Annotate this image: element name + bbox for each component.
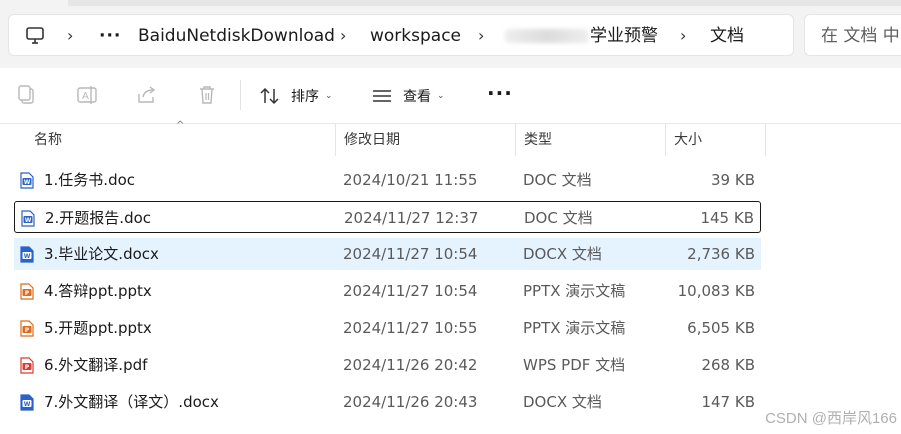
file-modified-date: 2024/11/27 12:37 <box>344 209 479 227</box>
svg-text:W: W <box>24 401 31 408</box>
file-modified-date: 2024/11/26 20:42 <box>343 356 478 374</box>
file-row[interactable]: W 1.任务书.doc 2024/10/21 11:55 DOC 文档 39 KB <box>14 164 761 196</box>
breadcrumb-more[interactable]: ··· <box>99 15 121 57</box>
svg-text:W: W <box>24 179 31 186</box>
file-row[interactable]: P 4.答辩ppt.pptx 2024/11/27 10:54 PPTX 演示文稿 10… <box>14 275 761 307</box>
file-type: PPTX 演示文稿 <box>523 319 626 337</box>
file-type: PPTX 演示文稿 <box>523 282 626 300</box>
toolbar-divider <box>240 80 241 110</box>
search-box[interactable]: 在 文档 中 <box>804 14 901 56</box>
file-modified-date: 2024/11/27 10:54 <box>343 245 478 263</box>
watermark: CSDN @西岸风166 <box>765 410 897 427</box>
search-input[interactable]: 在 文档 中 <box>821 15 900 57</box>
rename-icon[interactable]: A <box>76 84 98 106</box>
svg-text:P: P <box>25 290 30 297</box>
file-name: 1.任务书.doc <box>44 171 136 189</box>
file-size: 6,505 KB <box>687 319 755 337</box>
svg-text:W: W <box>24 253 31 260</box>
file-name: 2.开题报告.doc <box>45 209 152 227</box>
file-size: 268 KB <box>701 356 755 374</box>
svg-text:W: W <box>25 217 32 224</box>
svg-text:P: P <box>25 364 30 371</box>
file-modified-date: 2024/11/27 10:54 <box>343 282 478 300</box>
breadcrumb-baidunetdiskdownload[interactable]: BaiduNetdiskDownload <box>138 15 335 57</box>
view-label: 查看 <box>403 89 431 105</box>
word-docx-icon: W <box>20 246 34 263</box>
file-modified-date: 2024/11/27 10:55 <box>343 319 478 337</box>
chevron-down-icon: ⌄ <box>325 91 333 101</box>
chevron-right-icon[interactable]: › <box>340 15 346 57</box>
breadcrumb-workspace[interactable]: workspace <box>370 15 461 57</box>
file-type: DOC 文档 <box>523 171 592 189</box>
file-name: 7.外文翻译（译文）.docx <box>44 393 219 411</box>
view-button[interactable]: 查看 ⌄ <box>371 80 445 112</box>
column-header-name[interactable]: 名称 <box>26 124 336 156</box>
file-row[interactable]: W 2.开题报告.doc 2024/11/27 12:37 DOC 文档 145 KB <box>14 201 761 233</box>
file-type: WPS PDF 文档 <box>523 356 626 374</box>
file-name: 6.外文翻译.pdf <box>44 356 148 374</box>
pdf-icon: P <box>20 357 34 374</box>
pptx-icon: P <box>20 283 34 300</box>
word-docx-icon: W <box>20 394 34 411</box>
more-options-button[interactable]: ··· <box>487 82 513 108</box>
svg-text:A: A <box>82 91 89 102</box>
share-icon[interactable] <box>136 84 158 106</box>
word-doc-icon: W <box>21 210 35 227</box>
file-type: DOCX 文档 <box>523 393 602 411</box>
file-modified-date: 2024/11/26 20:43 <box>343 393 478 411</box>
file-name: 3.毕业论文.docx <box>44 245 159 263</box>
tab-strip <box>68 0 901 6</box>
column-header-size[interactable]: 大小 <box>666 124 766 156</box>
svg-text:P: P <box>25 327 30 334</box>
delete-icon[interactable] <box>196 84 218 106</box>
file-type: DOC 文档 <box>524 209 593 227</box>
address-bar-region: › ··· BaiduNetdiskDownload › workspace ›… <box>0 0 901 68</box>
file-type: DOCX 文档 <box>523 245 602 263</box>
file-row[interactable]: P 6.外文翻译.pdf 2024/11/26 20:42 WPS PDF 文档 268… <box>14 349 761 381</box>
file-row[interactable]: P 5.开题ppt.pptx 2024/11/27 10:55 PPTX 演示文稿 6,… <box>14 312 761 344</box>
breadcrumb-documents[interactable]: 文档 <box>710 15 744 57</box>
command-bar: A 排序 ⌄ 查看 ⌄ ··· <box>0 68 901 124</box>
file-size: 10,083 KB <box>677 282 755 300</box>
chevron-right-icon[interactable]: › <box>680 15 686 57</box>
word-doc-icon: W <box>20 172 34 189</box>
file-size: 145 KB <box>700 209 754 227</box>
view-list-icon <box>373 90 391 102</box>
file-size: 39 KB <box>711 171 755 189</box>
file-size: 147 KB <box>701 393 755 411</box>
chevron-right-icon[interactable]: › <box>67 15 73 57</box>
column-header-modified[interactable]: 修改日期 <box>336 124 516 156</box>
address-bar[interactable]: › ··· BaiduNetdiskDownload › workspace ›… <box>8 14 794 56</box>
file-row[interactable]: W 3.毕业论文.docx 2024/11/27 10:54 DOCX 文档 2,736… <box>14 238 761 270</box>
sort-icon <box>260 87 279 105</box>
file-name: 4.答辩ppt.pptx <box>44 282 152 300</box>
blurred-breadcrumb-text <box>505 29 589 43</box>
breadcrumb-academic-warning[interactable]: 学业预警 <box>590 15 658 57</box>
file-name: 5.开题ppt.pptx <box>44 319 152 337</box>
pptx-icon: P <box>20 320 34 337</box>
sort-button[interactable]: 排序 ⌄ <box>259 80 333 112</box>
column-header-type[interactable]: 类型 <box>516 124 666 156</box>
this-pc-icon[interactable] <box>25 26 45 46</box>
copy-icon[interactable] <box>17 84 39 106</box>
chevron-down-icon: ⌄ <box>437 91 445 101</box>
file-modified-date: 2024/10/21 11:55 <box>343 171 478 189</box>
file-size: 2,736 KB <box>687 245 755 263</box>
sort-label: 排序 <box>291 89 319 105</box>
file-row[interactable]: W 7.外文翻译（译文）.docx 2024/11/26 20:43 DOCX 文档 1… <box>14 386 761 418</box>
chevron-right-icon[interactable]: › <box>478 15 484 57</box>
